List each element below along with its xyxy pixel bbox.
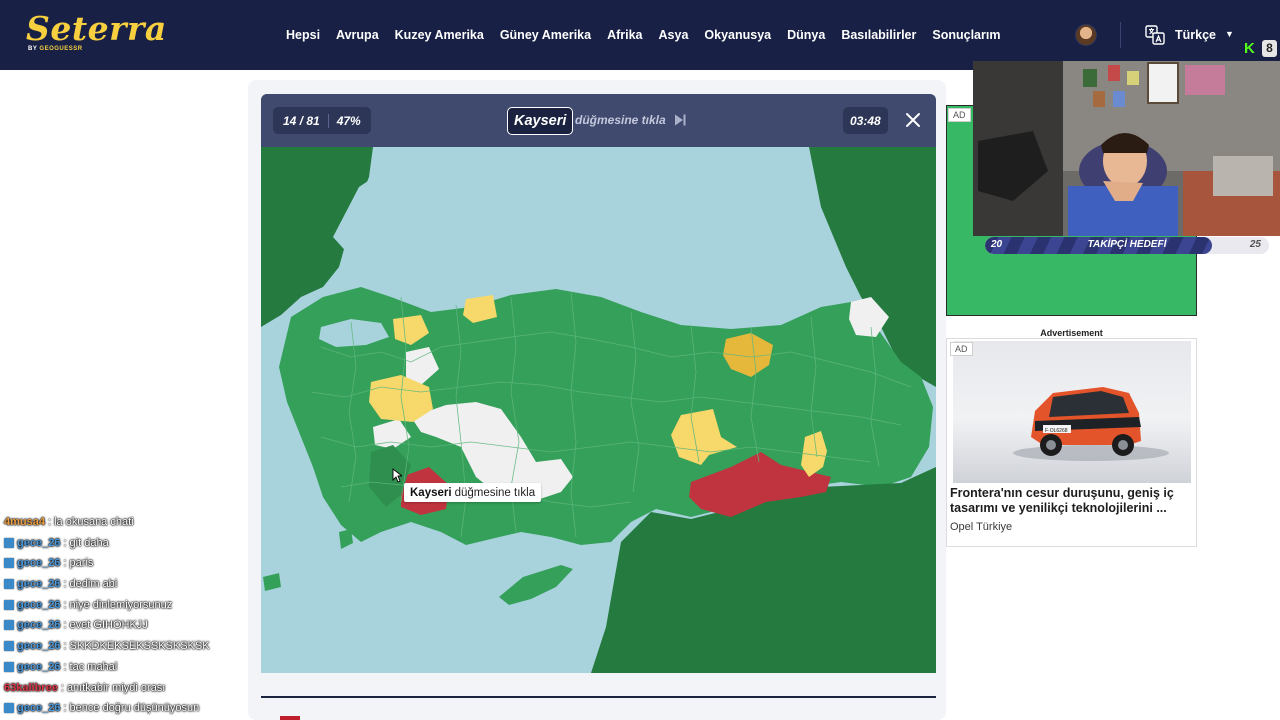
skip-icon[interactable] [672, 112, 688, 128]
panel-accent [280, 716, 300, 720]
progress-count: 14 / 81 [283, 113, 320, 128]
chat-message: : niye dinlemiyorsunuz [63, 599, 173, 611]
chat-line: 4musa4 : la okusana chati [4, 512, 134, 532]
chat-line: 63kalibree : anıtkabir miydi orası [4, 678, 165, 698]
top-navigation-bar: Seterra BY GEOGUESSR Hepsi Avrupa Kuzey … [0, 0, 1280, 70]
main-nav: Hepsi Avrupa Kuzey Amerika Güney Amerika… [278, 0, 1008, 70]
nav-item-north-america[interactable]: Kuzey Amerika [387, 28, 492, 42]
game-header: 14 / 81 47% Kayseri düğmesine tıkla 03:4… [261, 94, 936, 147]
ad-brand[interactable]: Opel Türkiye [950, 521, 1012, 533]
target-name: Kayseri [507, 107, 574, 135]
seterra-logo[interactable]: Seterra BY GEOGUESSR [26, 9, 167, 53]
nav-item-my-results[interactable]: Sonuçlarım [924, 28, 1008, 42]
subscriber-badge-icon [4, 579, 14, 589]
progress-percent: 47% [336, 113, 361, 128]
chat-username: 63kalibree [4, 682, 58, 694]
instruction-text: düğmesine tıkla [575, 113, 666, 127]
kick-viewer-badge: 8 [1262, 40, 1277, 57]
chat-line: gece_26 : SKKDKEKSEKSSKSKSKSK [4, 636, 210, 656]
timer: 03:48 [843, 107, 888, 134]
progress-box: 14 / 81 47% [273, 107, 371, 134]
advertisement-caption: Advertisement [1040, 328, 1103, 338]
ad-headline[interactable]: Frontera'nın cesur duruşunu, geniş iç ta… [950, 486, 1196, 516]
subscriber-badge-icon [4, 641, 14, 651]
ad-badge: AD [950, 342, 973, 356]
chat-message: : git daha [63, 537, 109, 549]
ad-card[interactable]: AD F·OL6268 Frontera'nın cesur duruşunu,… [946, 338, 1197, 547]
subscriber-badge-icon [4, 620, 14, 630]
chat-message: : dedim abi [63, 578, 118, 590]
follower-goal-bar: 20 TAKİPÇİ HEDEFİ 25 [985, 237, 1269, 254]
language-selector[interactable]: Türkçe [1175, 28, 1216, 42]
turkey-provinces-map[interactable] [261, 147, 936, 673]
chat-message: : evet GIHOHKJJ [63, 619, 148, 631]
chat-username: 4musa4 [4, 516, 45, 528]
map-tooltip: Kayseri düğmesine tıkla [404, 483, 542, 502]
nav-item-oceania[interactable]: Okyanusya [696, 28, 779, 42]
chat-line: gece_26 : tac mahal [4, 657, 117, 677]
chat-message: : anıtkabir miydi orası [60, 682, 166, 694]
chat-username: gece_26 [17, 702, 61, 714]
goal-end-value: 25 [1249, 239, 1261, 250]
translate-icon[interactable] [1145, 25, 1165, 45]
chat-message: : paris [63, 557, 94, 569]
chevron-down-icon[interactable]: ▼ [1225, 29, 1234, 39]
subscriber-badge-icon [4, 538, 14, 548]
nav-item-south-america[interactable]: Güney Amerika [492, 28, 599, 42]
panel-divider [261, 696, 936, 698]
subscriber-badge-icon [4, 703, 14, 713]
chat-username: gece_26 [17, 661, 61, 673]
chat-line: gece_26 : paris [4, 553, 93, 573]
logo-text: Seterra [26, 9, 167, 48]
streamer-webcam [973, 61, 1280, 236]
stream-chat: 4musa4 : la okusana chati gece_26 : git … [0, 495, 245, 720]
chat-username: gece_26 [17, 578, 61, 590]
close-icon[interactable] [904, 111, 922, 129]
car-illustration: F·OL6268 [1013, 387, 1169, 461]
chat-username: gece_26 [17, 599, 61, 611]
chat-username: gece_26 [17, 537, 61, 549]
goal-label: TAKİPÇİ HEDEFİ [1087, 239, 1167, 250]
kick-logo: K [1244, 40, 1255, 57]
chat-line: gece_26 : bence doğru düşünüyosun [4, 698, 199, 718]
chat-message: : la okusana chati [47, 516, 134, 528]
nav-item-world[interactable]: Dünya [779, 28, 833, 42]
mouse-cursor-icon [392, 468, 402, 483]
chat-message: : SKKDKEKSEKSSKSKSKSK [63, 640, 210, 652]
chat-line: gece_26 : evet GIHOHKJJ [4, 615, 148, 635]
nav-item-europe[interactable]: Avrupa [328, 28, 387, 42]
webcam-scene [973, 61, 1280, 236]
chat-message: : bence doğru düşünüyosun [63, 702, 200, 714]
progress-divider [327, 113, 329, 128]
quiz-game: 14 / 81 47% Kayseri düğmesine tıkla 03:4… [261, 94, 936, 673]
nav-divider [1120, 22, 1121, 48]
subscriber-badge-icon [4, 600, 14, 610]
chat-message: : tac mahal [63, 661, 118, 673]
nav-item-all[interactable]: Hepsi [278, 28, 328, 42]
nav-item-africa[interactable]: Afrika [599, 28, 650, 42]
user-avatar[interactable] [1075, 24, 1097, 46]
chat-username: gece_26 [17, 640, 61, 652]
nav-item-printables[interactable]: Basılabilirler [833, 28, 924, 42]
chat-username: gece_26 [17, 557, 61, 569]
chat-line: gece_26 : niye dinlemiyorsunuz [4, 595, 172, 615]
stream-screen: { "site": { "logo_text": "Seterra", "log… [0, 0, 1280, 720]
subscriber-badge-icon [4, 558, 14, 568]
ad-badge: AD [948, 108, 971, 122]
chat-username: gece_26 [17, 619, 61, 631]
nav-item-asia[interactable]: Asya [651, 28, 697, 42]
chat-line: gece_26 : dedim abi [4, 574, 117, 594]
svg-text:F·OL6268: F·OL6268 [1045, 428, 1068, 434]
chat-line: gece_26 : git daha [4, 533, 109, 553]
subscriber-badge-icon [4, 662, 14, 672]
car-ad-image[interactable]: F·OL6268 [953, 341, 1191, 483]
